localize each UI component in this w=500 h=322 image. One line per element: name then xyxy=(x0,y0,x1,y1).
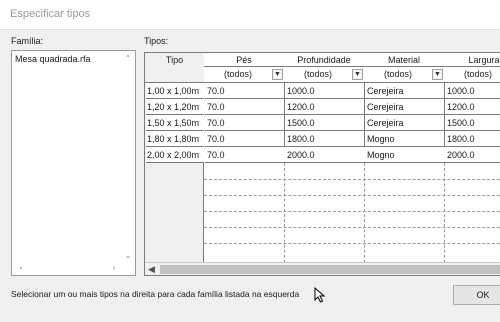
scroll-left-icon[interactable]: ◀ xyxy=(148,264,155,275)
col-header-tipo[interactable]: Tipo xyxy=(145,53,205,83)
cell-largura[interactable]: 1200.0 xyxy=(445,99,500,115)
filter-profundidade-value: (todos) xyxy=(303,69,332,79)
cell-pes[interactable]: 70.0 xyxy=(205,147,285,163)
cell-pes[interactable]: 70.0 xyxy=(205,83,285,99)
cell-largura[interactable]: 1000.0 xyxy=(445,83,500,99)
cell-material[interactable]: Cerejeira xyxy=(365,99,445,115)
filter-profundidade[interactable]: (todos) ▼ xyxy=(284,67,365,83)
filter-largura-value: (todos) xyxy=(463,69,492,79)
row-divider xyxy=(204,211,500,212)
status-text: Selecionar um ou mais tipos na direita p… xyxy=(11,289,300,299)
row-divider xyxy=(204,227,500,228)
cell-material[interactable]: Cerejeira xyxy=(365,83,445,99)
chevron-down-icon[interactable]: ▼ xyxy=(432,69,443,80)
cell-profundidade[interactable]: 1800.0 xyxy=(285,131,365,147)
cell-profundidade[interactable]: 2000.0 xyxy=(285,147,365,163)
types-label: Tipos: xyxy=(144,36,169,46)
row-tipo[interactable]: 1,80 x 1,80m xyxy=(146,131,204,147)
column-divider xyxy=(364,163,365,263)
cell-pes[interactable]: 70.0 xyxy=(205,99,285,115)
filter-material[interactable]: (todos) ▼ xyxy=(364,67,445,83)
column-divider xyxy=(444,83,445,147)
cell-profundidade[interactable]: 1200.0 xyxy=(285,99,365,115)
row-tipo[interactable]: 1,20 x 1,20m xyxy=(146,99,204,115)
cell-pes[interactable]: 70.0 xyxy=(205,115,285,131)
cell-material[interactable]: Mogno xyxy=(365,147,445,163)
row-tipo[interactable]: 1,50 x 1,50m xyxy=(146,115,204,131)
cell-profundidade[interactable]: 1500.0 xyxy=(285,115,365,131)
filter-largura[interactable]: (todos) xyxy=(444,67,500,83)
cell-largura[interactable]: 1800.0 xyxy=(445,131,500,147)
cell-pes[interactable]: 70.0 xyxy=(205,131,285,147)
column-divider xyxy=(444,163,445,263)
family-item[interactable]: Mesa quadrada.rfa xyxy=(15,54,91,64)
scroll-right-icon[interactable]: › xyxy=(109,263,119,273)
mouse-cursor-icon xyxy=(314,287,326,303)
scroll-left-icon[interactable]: ‹ xyxy=(16,263,26,273)
cell-profundidade[interactable]: 1000.0 xyxy=(285,83,365,99)
chevron-down-icon[interactable]: ▼ xyxy=(272,69,283,80)
cell-largura[interactable]: 2000.0 xyxy=(445,147,500,163)
window-title: Especificar tipos xyxy=(10,8,91,20)
column-divider xyxy=(364,83,365,147)
scroll-up-icon[interactable]: ⌃ xyxy=(123,54,133,64)
scrollbar-thumb[interactable] xyxy=(160,265,500,274)
col-header-material[interactable]: Material xyxy=(364,53,445,67)
title-bar: Especificar tipos xyxy=(0,0,500,30)
col-header-pes[interactable]: Pés xyxy=(204,53,285,67)
ok-button[interactable]: OK xyxy=(453,285,500,305)
filter-pes[interactable]: (todos) ▼ xyxy=(204,67,285,83)
cell-material[interactable]: Cerejeira xyxy=(365,115,445,131)
col-header-profundidade[interactable]: Profundidade xyxy=(284,53,365,67)
row-divider xyxy=(204,195,500,196)
horizontal-scrollbar[interactable]: ◀ xyxy=(145,262,500,275)
scroll-down-icon[interactable]: ⌄ xyxy=(123,251,133,261)
column-divider xyxy=(284,83,285,147)
types-grid[interactable]: Tipo Pés Profundidade Material Largura (… xyxy=(144,52,500,276)
cell-material[interactable]: Mogno xyxy=(365,131,445,147)
col-header-largura[interactable]: Largura xyxy=(444,53,500,67)
filter-material-value: (todos) xyxy=(383,69,412,79)
chevron-down-icon[interactable]: ▼ xyxy=(352,69,363,80)
family-label: Família: xyxy=(11,36,44,46)
cell-largura[interactable]: 1500.0 xyxy=(445,115,500,131)
row-tipo[interactable]: 2,00 x 2,00m xyxy=(146,147,204,163)
row-divider xyxy=(204,243,500,244)
column-divider xyxy=(284,163,285,263)
filter-pes-value: (todos) xyxy=(223,69,252,79)
family-list[interactable]: Mesa quadrada.rfa ⌃ ⌄ ‹ › xyxy=(11,50,136,276)
row-divider xyxy=(204,179,500,180)
row-tipo[interactable]: 1,00 x 1,00m xyxy=(146,83,204,99)
